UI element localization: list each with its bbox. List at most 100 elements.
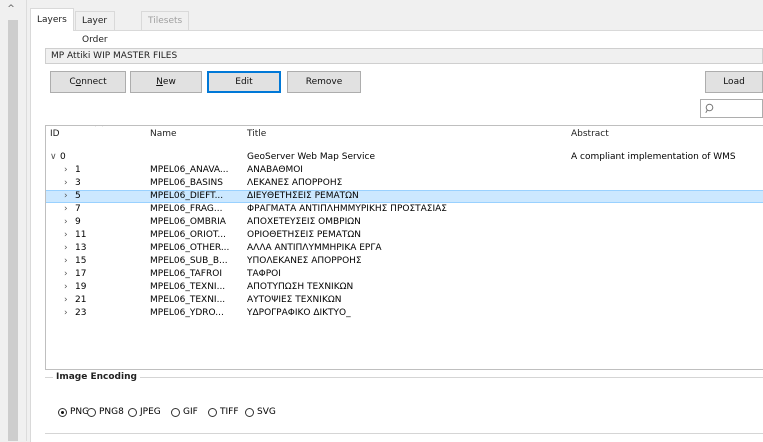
cell-title: ΦΡΑΓΜΑΤΑ ΑΝΤΙΠΛΗΜΜΥΡΙΚΗΣ ΠΡΟΣΤΑΣΙΑΣ	[247, 204, 447, 214]
cell-id: 17	[75, 269, 87, 279]
encoding-group-border	[45, 377, 763, 378]
cell-id: 7	[75, 204, 81, 214]
radio-svg[interactable]: SVG	[245, 406, 276, 418]
new-button[interactable]: New	[130, 71, 202, 93]
encoding-group-bottom-border	[45, 433, 763, 434]
cell-title: ΟΡΙΟΘΕΤΗΣΕΙΣ ΡΕΜΑΤΩΝ	[247, 230, 362, 240]
expand-chevron-icon[interactable]: ›	[64, 203, 68, 216]
search-icon	[705, 103, 714, 114]
cell-name: MPEL06_OTHER...	[150, 243, 230, 253]
cell-id: 5	[75, 191, 81, 201]
table-row[interactable]: › 21 MPEL06_TEXNI... ΑΥΤΟΨΙΕΣ ΤΕΧΝΙΚΩΝ	[46, 294, 763, 307]
cell-abstract: A compliant implementation of WMS	[571, 152, 736, 162]
tab-tilesets[interactable]: Tilesets	[141, 11, 190, 30]
expand-chevron-icon[interactable]: ›	[64, 164, 68, 177]
cell-name: MPEL06_TAFROI	[150, 269, 222, 279]
radio-button-icon[interactable]	[128, 407, 137, 417]
cell-name: MPEL06_ORIOT...	[150, 230, 226, 240]
cell-id: 15	[75, 256, 87, 266]
cell-id: 21	[75, 295, 87, 305]
expand-chevron-icon[interactable]: ›	[64, 191, 68, 202]
radio-png[interactable]: PNG	[58, 406, 89, 418]
expand-chevron-icon[interactable]: ›	[64, 229, 68, 242]
radio-label: TIFF	[220, 407, 239, 417]
cell-id: 3	[75, 178, 81, 188]
radio-button-icon[interactable]	[245, 407, 254, 417]
radio-button-icon[interactable]	[58, 407, 67, 417]
cell-title: ΔΙΕΥΘΕΤΗΣΕΙΣ ΡΕΜΑΤΩΝ	[247, 191, 359, 201]
cell-name: MPEL06_BASINS	[150, 178, 223, 188]
load-button[interactable]: Load	[705, 71, 763, 93]
collapse-chevron-icon[interactable]: ∨	[50, 151, 57, 164]
radio-label: GIF	[183, 407, 198, 417]
scroll-up-arrow-icon[interactable]: ^	[6, 4, 16, 14]
table-row[interactable]: › 13 MPEL06_OTHER... ΑΛΛΑ ΑΝΤΙΠΛΥΜΜΗΡΙΚΑ ΕΡ…	[46, 242, 763, 255]
cell-title: ΛΕΚΑΝΕΣ ΑΠΟΡΡΟΗΣ	[247, 178, 343, 188]
cell-id: 13	[75, 243, 87, 253]
cell-title: ΑΠΟΤΥΠΩΣΗ ΤΕΧΝΙΚΩΝ	[247, 282, 354, 292]
column-header-title[interactable]: Title	[247, 129, 266, 139]
radio-jpeg[interactable]: JPEG	[128, 406, 161, 418]
table-row[interactable]: › 1 MPEL06_ANAVA... ΑΝΑΒΑΘΜΟΙ	[46, 164, 763, 177]
table-row[interactable]: › 7 MPEL06_FRAG... ΦΡΑΓΜΑΤΑ ΑΝΤΙΠΛΗΜΜΥΡΙΚΗΣ…	[46, 203, 763, 216]
radio-button-icon[interactable]	[87, 407, 96, 417]
layers-table[interactable]: ID Name Title Abstract ∨ 0 GeoServer Web M…	[45, 125, 763, 370]
table-row[interactable]: › 3 MPEL06_BASINS ΛΕΚΑΝΕΣ ΑΠΟΡΡΟΗΣ	[46, 177, 763, 190]
table-row[interactable]: › 19 MPEL06_TEXNI... ΑΠΟΤΥΠΩΣΗ ΤΕΧΝΙΚΩΝ	[46, 281, 763, 294]
connection-name: MP Attiki WIP MASTER FILES	[45, 48, 763, 64]
column-header-id[interactable]: ID	[50, 129, 60, 139]
table-row[interactable]: › 9 MPEL06_OMBRIA ΑΠΟΧΕΤΕΥΣΕΙΣ ΟΜΒΡΙΩΝ	[46, 216, 763, 229]
column-header-name[interactable]: Name	[150, 129, 177, 139]
edit-button[interactable]: Edit	[207, 71, 281, 93]
image-encoding-title: Image Encoding	[53, 372, 140, 382]
table-header: ID Name Title Abstract	[46, 126, 763, 143]
cell-name: MPEL06_TEXNI...	[150, 295, 226, 305]
cell-id: 1	[75, 165, 81, 175]
cell-id: 23	[75, 308, 87, 318]
expand-chevron-icon[interactable]: ›	[64, 242, 68, 255]
cell-title: GeoServer Web Map Service	[247, 152, 375, 162]
radio-png8[interactable]: PNG8	[87, 406, 124, 418]
cell-title: ΥΔΡΟΓΡΑΦΙΚΟ ΔΙΚΤΥΟ_	[247, 308, 351, 318]
expand-chevron-icon[interactable]: ›	[64, 307, 68, 320]
radio-label: JPEG	[140, 407, 161, 417]
cell-id: 19	[75, 282, 87, 292]
expand-chevron-icon[interactable]: ›	[64, 177, 68, 190]
scrollbar-thumb[interactable]	[8, 20, 18, 441]
search-input[interactable]	[700, 99, 763, 118]
sort-ascending-icon[interactable]	[94, 125, 104, 128]
expand-chevron-icon[interactable]: ›	[64, 255, 68, 268]
cell-name: MPEL06_SUB_B...	[150, 256, 228, 266]
expand-chevron-icon[interactable]: ›	[64, 216, 68, 229]
table-row[interactable]: › 11 MPEL06_ORIOT... ΟΡΙΟΘΕΤΗΣΕΙΣ ΡΕΜΑΤΩΝ	[46, 229, 763, 242]
expand-chevron-icon[interactable]: ›	[64, 268, 68, 281]
cell-name: MPEL06_TEXNI...	[150, 282, 226, 292]
connect-button[interactable]: Connect	[50, 71, 126, 93]
radio-label: SVG	[257, 407, 276, 417]
cell-id: 11	[75, 230, 87, 240]
cell-id: 0	[60, 152, 66, 162]
cell-name: MPEL06_OMBRIA	[150, 217, 226, 227]
cell-title: ΑΥΤΟΨΙΕΣ ΤΕΧΝΙΚΩΝ	[247, 295, 342, 305]
table-row[interactable]: › 23 MPEL06_YDRO... ΥΔΡΟΓΡΑΦΙΚΟ ΔΙΚΤΥΟ_	[46, 307, 763, 320]
table-row[interactable]: ∨ 0 GeoServer Web Map Service A compliant i…	[46, 151, 763, 164]
radio-button-icon[interactable]	[171, 407, 180, 417]
remove-button[interactable]: Remove	[287, 71, 361, 93]
radio-gif[interactable]: GIF	[171, 406, 198, 418]
table-row[interactable]: › 17 MPEL06_TAFROI ΤΑΦΡΟΙ	[46, 268, 763, 281]
cell-title: ΑΝΑΒΑΘΜΟΙ	[247, 165, 303, 175]
expand-chevron-icon[interactable]: ›	[64, 281, 68, 294]
left-scrollbar[interactable]: ^	[0, 0, 27, 441]
tab-layers[interactable]: Layers	[30, 8, 74, 31]
tab-layer-order[interactable]: Layer Order	[75, 11, 115, 45]
table-row[interactable]: › 15 MPEL06_SUB_B... ΥΠΟΛΕΚΑΝΕΣ ΑΠΟΡΡΟΗΣ	[46, 255, 763, 268]
cell-name: MPEL06_YDRO...	[150, 308, 224, 318]
cell-title: ΑΠΟΧΕΤΕΥΣΕΙΣ ΟΜΒΡΙΩΝ	[247, 217, 361, 227]
cell-name: MPEL06_ANAVA...	[150, 165, 229, 175]
radio-tiff[interactable]: TIFF	[208, 406, 239, 418]
column-header-abstract[interactable]: Abstract	[571, 129, 609, 139]
expand-chevron-icon[interactable]: ›	[64, 294, 68, 307]
radio-button-icon[interactable]	[208, 407, 217, 417]
table-row[interactable]: › 5 MPEL06_DIEFT... ΔΙΕΥΘΕΤΗΣΕΙΣ ΡΕΜΑΤΩΝ	[46, 190, 763, 203]
cell-name: MPEL06_FRAG...	[150, 204, 223, 214]
